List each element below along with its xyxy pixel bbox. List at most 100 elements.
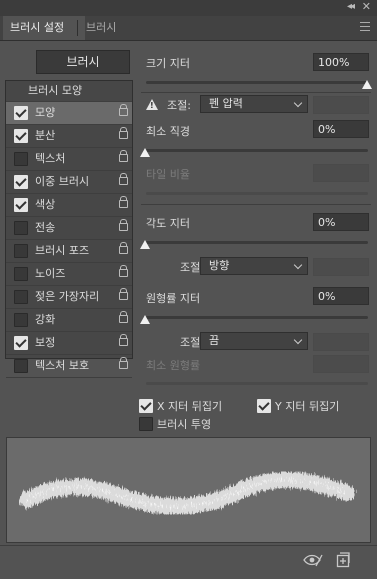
lock-icon[interactable] [119, 219, 128, 231]
collapse-panel-icon[interactable]: ◂◂ [347, 1, 355, 12]
warning-icon: ! [146, 99, 158, 110]
flip-y-jitter-label: Y 지터 뒤집기 [275, 400, 340, 413]
settings-item-label: 모양 [35, 106, 56, 119]
settings-item-label: 색상 [35, 198, 56, 211]
size-control-dropdown[interactable]: 펜 압력 [200, 95, 308, 113]
angle-jitter-slider-thumb[interactable] [140, 240, 150, 249]
settings-list-item[interactable]: 이중 브러시 [6, 171, 132, 194]
size-control-fade-input [313, 96, 369, 114]
brushes-button[interactable]: 브러시 [36, 50, 130, 74]
min-diameter-input[interactable]: 0% [313, 120, 369, 138]
settings-item-checkbox[interactable] [14, 313, 28, 327]
settings-list-item[interactable]: 분산 [6, 125, 132, 148]
min-diameter-label: 최소 직경 [146, 125, 190, 138]
settings-item-label: 브러시 포즈 [35, 244, 90, 257]
lock-icon[interactable] [119, 127, 128, 139]
tab-brush-settings[interactable]: 브러시 설정 [3, 16, 85, 40]
settings-item-label: 강화 [35, 313, 56, 326]
panel-menu-icon[interactable] [360, 22, 370, 34]
min-roundness-input [313, 355, 369, 373]
settings-list-item[interactable]: 젖은 가장자리 [6, 286, 132, 309]
settings-item-label: 텍스처 보호 [35, 359, 90, 372]
divider [141, 92, 371, 93]
brush-stroke-preview-image [19, 471, 355, 515]
settings-item-checkbox[interactable] [14, 244, 28, 258]
lock-icon[interactable] [119, 196, 128, 208]
settings-item-label: 젖은 가장자리 [35, 290, 100, 303]
chevron-down-icon [293, 260, 303, 270]
lock-icon[interactable] [119, 104, 128, 116]
panel-title-bar: ◂◂ ✕ [0, 0, 377, 16]
new-brush-icon[interactable] [336, 552, 350, 571]
size-jitter-label: 크기 지터 [146, 57, 190, 70]
lock-icon[interactable] [119, 150, 128, 162]
size-jitter-input[interactable]: 100% [313, 53, 369, 71]
settings-list-item[interactable]: 강화 [6, 309, 132, 332]
angle-control-value: 방향 [209, 259, 230, 272]
min-diameter-slider-thumb[interactable] [140, 148, 150, 157]
angle-jitter-slider-track[interactable] [146, 241, 368, 244]
divider [141, 204, 371, 205]
min-roundness-label: 최소 원형률 [146, 359, 201, 372]
settings-item-checkbox[interactable] [14, 267, 28, 281]
close-icon[interactable]: ✕ [362, 0, 371, 13]
settings-item-checkbox[interactable] [14, 198, 28, 212]
min-diameter-slider-track[interactable] [146, 149, 368, 152]
settings-item-checkbox[interactable] [14, 129, 28, 143]
brush-settings-list: 브러시 모양 모양분산텍스처이중 브러시색상전송브러시 포즈노이즈젖은 가장자리… [5, 80, 133, 378]
settings-item-label: 텍스처 [35, 152, 66, 165]
tab-divider [77, 20, 78, 36]
lock-icon[interactable] [119, 173, 128, 185]
lock-icon[interactable] [119, 265, 128, 277]
settings-list-item[interactable]: 모양 [6, 102, 132, 125]
min-roundness-slider-track [146, 382, 368, 385]
lock-icon[interactable] [119, 357, 128, 369]
brush-projection-check[interactable] [139, 417, 153, 431]
settings-item-checkbox[interactable] [14, 221, 28, 235]
brush-tip-shape-item[interactable]: 브러시 모양 [6, 81, 132, 102]
settings-item-checkbox[interactable] [14, 152, 28, 166]
settings-item-label: 전송 [35, 221, 56, 234]
roundness-jitter-slider-thumb[interactable] [140, 315, 150, 324]
chevron-down-icon [293, 335, 303, 345]
settings-list-item[interactable]: 노이즈 [6, 263, 132, 286]
roundness-control-fade-input [313, 333, 369, 351]
settings-item-label: 보정 [35, 336, 56, 349]
eye-toggle-icon[interactable] [303, 553, 323, 570]
settings-list-item[interactable]: 브러시 포즈 [6, 240, 132, 263]
roundness-control-value: 끔 [209, 334, 220, 347]
tab-brushes[interactable]: 브러시 [79, 16, 123, 40]
flip-y-jitter-check[interactable] [257, 399, 271, 413]
settings-list-item[interactable]: 텍스처 [6, 148, 132, 171]
lock-icon[interactable] [119, 288, 128, 300]
panel-footer [0, 545, 377, 579]
settings-item-checkbox[interactable] [14, 106, 28, 120]
lock-icon[interactable] [119, 334, 128, 346]
tilt-scale-input [313, 164, 369, 182]
settings-list-item[interactable]: 보정 [6, 332, 132, 355]
size-jitter-slider-thumb[interactable] [362, 80, 372, 89]
roundness-jitter-input[interactable]: 0% [313, 287, 369, 305]
size-control-value: 펜 압력 [209, 97, 243, 110]
settings-item-label: 분산 [35, 129, 56, 142]
tilt-scale-label: 타일 비율 [146, 168, 190, 181]
lock-icon[interactable] [119, 242, 128, 254]
size-jitter-slider-track[interactable] [146, 81, 368, 84]
settings-item-checkbox[interactable] [14, 359, 28, 373]
angle-jitter-input[interactable]: 0% [313, 213, 369, 231]
lock-icon[interactable] [119, 311, 128, 323]
settings-list-item[interactable]: 텍스처 보호 [6, 355, 132, 378]
roundness-control-dropdown[interactable]: 끔 [200, 332, 308, 350]
settings-item-checkbox[interactable] [14, 290, 28, 304]
settings-list-item[interactable]: 색상 [6, 194, 132, 217]
angle-control-dropdown[interactable]: 방향 [200, 257, 308, 275]
settings-item-label: 노이즈 [35, 267, 66, 280]
flip-x-jitter-check[interactable] [139, 399, 153, 413]
angle-jitter-label: 각도 지터 [146, 217, 190, 230]
roundness-jitter-slider-track[interactable] [146, 316, 368, 319]
settings-list-item[interactable]: 전송 [6, 217, 132, 240]
settings-item-checkbox[interactable] [14, 175, 28, 189]
angle-control-fade-input [313, 258, 369, 276]
settings-item-label: 이중 브러시 [35, 175, 90, 188]
settings-item-checkbox[interactable] [14, 336, 28, 350]
